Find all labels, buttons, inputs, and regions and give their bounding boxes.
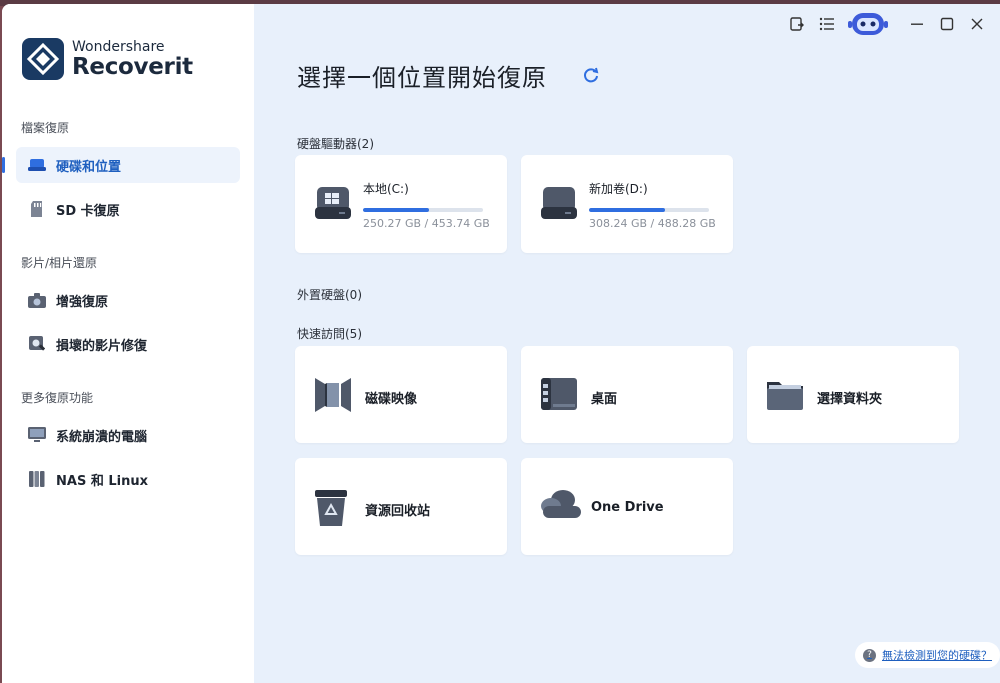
quick-access-recycle-bin[interactable]: 資源回收站 [295,458,507,555]
drive-size: 250.27 GB / 453.74 GB [363,217,490,230]
refresh-icon[interactable] [582,66,600,88]
sidebar-item-label: SD 卡復原 [56,203,120,219]
section-label-video-photo: 影片/相片還原 [21,256,98,270]
folder-icon [765,376,805,416]
maximize-icon[interactable] [932,9,962,39]
quick-access-label: 桌面 [591,392,618,407]
video-repair-icon [28,335,46,353]
external-group-label: 外置硬盤(0) [297,288,362,302]
sidebar-item-label: 增強復原 [56,294,109,310]
quick-access-label: 磁碟映像 [365,392,418,407]
app-window: Wondershare Recoverit 檔案復原 硬碟和位置 SD 卡復原 … [2,4,1000,683]
drive-name: 本地(C:) [363,182,409,196]
cannot-detect-drive-link[interactable]: ? 無法檢測到您的硬碟？ [855,642,1000,668]
main-panel: 選擇一個位置開始復原 硬盤驅動器(2) 本地(C:) 250.27 GB / 4… [254,4,1000,683]
window-toolbar [782,9,992,39]
list-icon[interactable] [812,9,842,39]
desktop-icon [539,376,579,418]
sd-card-icon [28,200,46,218]
hard-drive-icon [541,185,577,225]
quick-access-label: One Drive [591,500,664,515]
drive-name: 新加卷(D:) [589,182,648,196]
close-icon[interactable] [962,9,992,39]
drive-card-c[interactable]: 本地(C:) 250.27 GB / 453.74 GB [295,155,507,253]
section-label-more: 更多復原功能 [21,391,94,405]
brand-product: Recoverit [72,53,193,80]
drive-icon [28,156,46,174]
quick-access-label: 選擇資料夾 [817,392,883,407]
drive-usage-fill [363,208,429,212]
brand-company: Wondershare [72,38,165,55]
drive-usage-bar [589,208,709,212]
quick-access-disk-image[interactable]: 磁碟映像 [295,346,507,443]
export-icon[interactable] [782,9,812,39]
sidebar-item-nas-linux[interactable]: NAS 和 Linux [16,461,240,497]
help-icon: ? [863,648,876,662]
drive-card-d[interactable]: 新加卷(D:) 308.24 GB / 488.28 GB [521,155,733,253]
quick-access-group-label: 快速訪問(5) [297,327,362,341]
quick-access-onedrive[interactable]: One Drive [521,458,733,555]
monitor-icon [28,426,46,444]
drive-size: 308.24 GB / 488.28 GB [589,217,716,230]
drive-usage-fill [589,208,665,212]
active-indicator [2,157,5,173]
drives-group-label: 硬盤驅動器(2) [297,137,374,151]
drive-usage-bar [363,208,483,212]
help-link-text: 無法檢測到您的硬碟？ [882,649,992,662]
recoverit-logo-icon [22,38,64,80]
sidebar-item-label: NAS 和 Linux [56,473,148,489]
camera-icon [28,291,46,309]
windows-drive-icon [315,185,351,225]
sidebar-item-drives[interactable]: 硬碟和位置 [16,147,240,183]
sidebar-item-crashed-pc[interactable]: 系統崩潰的電腦 [16,417,240,453]
recycle-bin-icon [313,488,349,532]
minimize-icon[interactable] [902,9,932,39]
sidebar-item-video-repair[interactable]: 損壞的影片修復 [16,326,240,362]
sidebar-item-label: 系統崩潰的電腦 [56,429,148,445]
quick-access-select-folder[interactable]: 選擇資料夾 [747,346,959,443]
page-title: 選擇一個位置開始復原 [297,64,547,92]
quick-access-label: 資源回收站 [365,504,431,519]
assistant-bot-icon[interactable] [848,10,888,38]
sidebar-item-sd-card[interactable]: SD 卡復原 [16,191,240,227]
sidebar-item-label: 硬碟和位置 [56,159,122,175]
sidebar-item-enhanced[interactable]: 增強復原 [16,282,240,318]
disk-image-icon [313,376,353,418]
cloud-icon [539,488,583,526]
section-label-file-recovery: 檔案復原 [21,121,70,135]
quick-access-desktop[interactable]: 桌面 [521,346,733,443]
sidebar: Wondershare Recoverit 檔案復原 硬碟和位置 SD 卡復原 … [2,4,254,683]
app-logo: Wondershare Recoverit [22,38,193,80]
sidebar-item-label: 損壞的影片修復 [56,338,148,354]
nas-icon [28,470,46,488]
